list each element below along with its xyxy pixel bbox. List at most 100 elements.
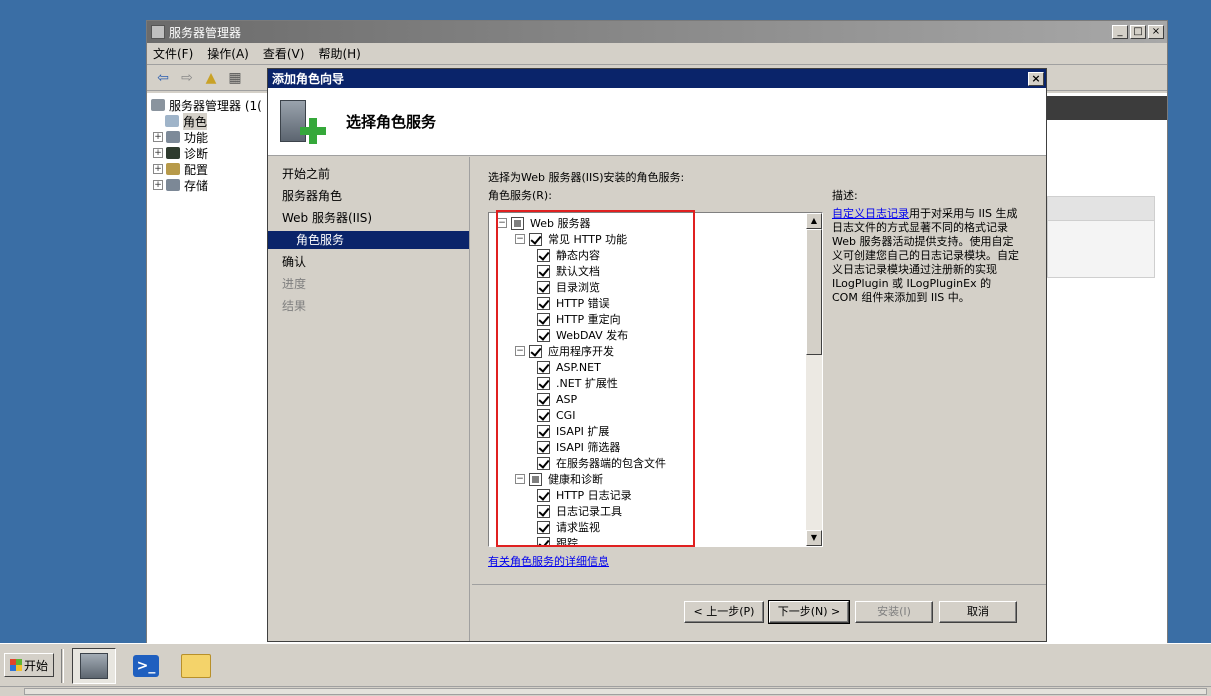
horizontal-scrollbar[interactable] [0, 686, 1211, 696]
scroll-up-icon[interactable]: ▲ [806, 213, 822, 229]
collapse-icon[interactable]: − [497, 218, 507, 228]
role-services-list[interactable]: − Web 服务器 − 常见 HTTP 功能 静态内容 默认文档 目录浏览 HTTP 错误 HT… [488, 212, 823, 547]
role-service-checkbox[interactable] [537, 264, 550, 278]
role-service-checkbox[interactable] [537, 376, 550, 390]
nav-results: 结果 [282, 299, 307, 313]
role-service-checkbox[interactable] [537, 440, 550, 454]
nav-server-roles[interactable]: 服务器角色 [268, 185, 469, 207]
role-service-item[interactable]: CGI [491, 407, 805, 423]
role-service-label: WebDAV 发布 [556, 329, 629, 342]
role-service-item[interactable]: ASP.NET [491, 359, 805, 375]
wizard-titlebar[interactable]: 添加角色向导 × [268, 69, 1046, 88]
role-service-checkbox[interactable] [537, 360, 550, 374]
role-service-label: ISAPI 扩展 [556, 425, 610, 438]
minimize-button[interactable]: _ [1112, 25, 1128, 39]
scrollbar-thumb[interactable] [806, 229, 822, 355]
expand-icon[interactable]: + [153, 164, 163, 174]
collapse-icon[interactable]: − [515, 234, 525, 244]
window-title: 服务器管理器 [169, 25, 242, 40]
role-service-checkbox[interactable] [529, 232, 542, 246]
menu-help[interactable]: 帮助(H) [318, 45, 360, 62]
role-service-checkbox[interactable] [537, 392, 550, 406]
nav-confirmation[interactable]: 确认 [268, 251, 469, 273]
wizard-close-button[interactable]: × [1028, 71, 1044, 86]
vertical-scrollbar[interactable]: ▲ ▼ [806, 213, 822, 546]
role-service-checkbox[interactable] [537, 488, 550, 502]
expand-icon[interactable]: + [153, 148, 163, 158]
collapse-icon[interactable]: − [515, 474, 525, 484]
role-service-item[interactable]: HTTP 错误 [491, 295, 805, 311]
role-service-checkbox[interactable] [537, 312, 550, 326]
nav-role-services[interactable]: 角色服务 [268, 231, 469, 249]
instruction-text: 选择为Web 服务器(IIS)安装的角色服务: [488, 171, 685, 184]
nav-web-server-iis[interactable]: Web 服务器(IIS) [268, 207, 469, 229]
show-hide-tree-icon[interactable]: ▦ [225, 69, 245, 87]
role-service-item[interactable]: 静态内容 [491, 247, 805, 263]
wizard-nav: 开始之前 服务器角色 Web 服务器(IIS) 角色服务 确认 进度 结果 [268, 157, 470, 641]
role-service-checkbox[interactable] [537, 296, 550, 310]
expand-icon[interactable]: + [153, 180, 163, 190]
taskbar-powershell-icon[interactable]: >_ [124, 648, 168, 684]
role-service-checkbox[interactable] [537, 280, 550, 294]
role-service-item[interactable]: WebDAV 发布 [491, 327, 805, 343]
tree-item-server-manager[interactable]: 服务器管理器 (1( [151, 97, 269, 113]
role-service-checkbox[interactable] [537, 424, 550, 438]
role-service-checkbox[interactable] [529, 344, 542, 358]
role-service-item[interactable]: − 常见 HTTP 功能 [491, 231, 805, 247]
collapse-icon[interactable]: − [515, 346, 525, 356]
up-folder-icon[interactable]: ▲ [201, 69, 221, 87]
scroll-down-icon[interactable]: ▼ [806, 530, 822, 546]
nav-before-you-begin[interactable]: 开始之前 [268, 163, 469, 185]
role-service-item[interactable]: 在服务器端的包含文件 [491, 455, 805, 471]
forward-arrow-icon[interactable]: ⇨ [177, 69, 197, 87]
role-services-tree: − Web 服务器 − 常见 HTTP 功能 静态内容 默认文档 目录浏览 HTTP 错误 HT… [491, 215, 805, 546]
role-service-item[interactable]: 日志记录工具 [491, 503, 805, 519]
role-service-checkbox[interactable] [511, 216, 524, 230]
role-service-item[interactable]: 默认文档 [491, 263, 805, 279]
roles-icon [165, 115, 179, 127]
previous-button[interactable]: < 上一步(P) [684, 601, 764, 623]
role-service-item[interactable]: 请求监视 [491, 519, 805, 535]
expand-icon[interactable]: + [153, 132, 163, 142]
role-service-item[interactable]: ASP [491, 391, 805, 407]
maximize-button[interactable]: □ [1130, 25, 1146, 39]
menu-action[interactable]: 操作(A) [207, 45, 249, 62]
role-service-checkbox[interactable] [537, 328, 550, 342]
role-service-checkbox[interactable] [537, 248, 550, 262]
role-service-checkbox[interactable] [537, 536, 550, 546]
role-service-item[interactable]: 跟踪 [491, 535, 805, 546]
taskbar-explorer-icon[interactable] [174, 648, 218, 684]
role-service-item[interactable]: .NET 扩展性 [491, 375, 805, 391]
taskbar-server-manager-icon[interactable] [72, 648, 116, 684]
start-button[interactable]: 开始 [4, 653, 54, 677]
role-service-item[interactable]: HTTP 日志记录 [491, 487, 805, 503]
cancel-button[interactable]: 取消 [939, 601, 1017, 623]
role-service-item[interactable]: 目录浏览 [491, 279, 805, 295]
role-service-item[interactable]: ISAPI 扩展 [491, 423, 805, 439]
back-arrow-icon[interactable]: ⇦ [153, 69, 173, 87]
tree-item-diagnostics[interactable]: + 诊断 [151, 145, 269, 161]
next-button[interactable]: 下一步(N) > [768, 600, 850, 624]
description-link[interactable]: 自定义日志记录 [832, 207, 909, 220]
role-service-item[interactable]: − 健康和诊断 [491, 471, 805, 487]
tree-item-features[interactable]: + 功能 [151, 129, 269, 145]
menu-view[interactable]: 查看(V) [263, 45, 305, 62]
role-service-item[interactable]: HTTP 重定向 [491, 311, 805, 327]
close-button[interactable]: × [1148, 25, 1164, 39]
role-service-checkbox[interactable] [537, 520, 550, 534]
tree-item-storage[interactable]: + 存储 [151, 177, 269, 193]
tree-item-roles[interactable]: 角色 [151, 112, 269, 130]
menu-file[interactable]: 文件(F) [153, 45, 193, 62]
tree-item-configuration[interactable]: + 配置 [151, 161, 269, 177]
role-service-item[interactable]: ISAPI 筛选器 [491, 439, 805, 455]
role-service-item[interactable]: − Web 服务器 [491, 215, 805, 231]
role-service-checkbox[interactable] [537, 408, 550, 422]
role-service-checkbox[interactable] [537, 456, 550, 470]
role-service-label: ASP [556, 392, 578, 406]
more-info-link[interactable]: 有关角色服务的详细信息 [488, 553, 609, 569]
server-manager-titlebar[interactable]: 服务器管理器 _ □ × [147, 21, 1167, 43]
wizard-header: 选择角色服务 [268, 88, 1046, 156]
role-service-item[interactable]: − 应用程序开发 [491, 343, 805, 359]
role-service-checkbox[interactable] [529, 472, 542, 486]
role-service-checkbox[interactable] [537, 504, 550, 518]
